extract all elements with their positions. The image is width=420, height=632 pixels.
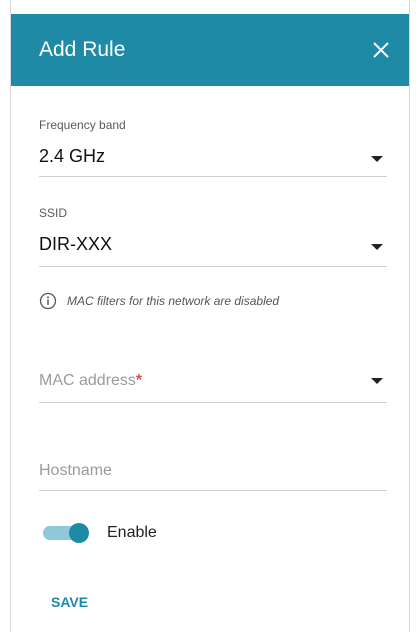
add-rule-dialog: Add Rule Frequency band 2.4 GHz SSID DIR… — [10, 0, 410, 632]
frequency-band-label: Frequency band — [39, 118, 126, 132]
ssid-label: SSID — [39, 206, 68, 220]
toggle-knob — [69, 523, 89, 543]
frequency-band-value: 2.4 GHz — [39, 146, 106, 166]
mac-address-placeholder: MAC address* — [39, 372, 143, 389]
hostname-placeholder: Hostname — [39, 462, 112, 479]
enable-label: Enable — [107, 524, 157, 541]
info-icon — [39, 292, 57, 310]
ssid-value: DIR-XXX — [39, 234, 113, 254]
chevron-down-icon — [371, 244, 383, 250]
frequency-band-select[interactable]: Frequency band 2.4 GHz — [39, 118, 387, 177]
close-icon[interactable] — [371, 40, 391, 60]
enable-toggle[interactable] — [41, 523, 91, 543]
mac-filter-info: MAC filters for this network are disable… — [39, 292, 387, 310]
chevron-down-icon — [371, 378, 383, 384]
ssid-select[interactable]: SSID DIR-XXX — [39, 206, 387, 267]
chevron-down-icon — [371, 156, 383, 162]
save-button[interactable]: SAVE — [51, 594, 88, 610]
field-underline — [39, 266, 387, 267]
info-text: MAC filters for this network are disable… — [67, 294, 280, 308]
dialog-header: Add Rule — [11, 14, 409, 86]
field-underline — [39, 176, 387, 177]
dialog-title: Add Rule — [39, 38, 126, 61]
required-mark: * — [135, 372, 143, 389]
enable-toggle-row: Enable — [41, 523, 157, 543]
field-underline — [39, 402, 387, 403]
field-underline — [39, 490, 387, 491]
